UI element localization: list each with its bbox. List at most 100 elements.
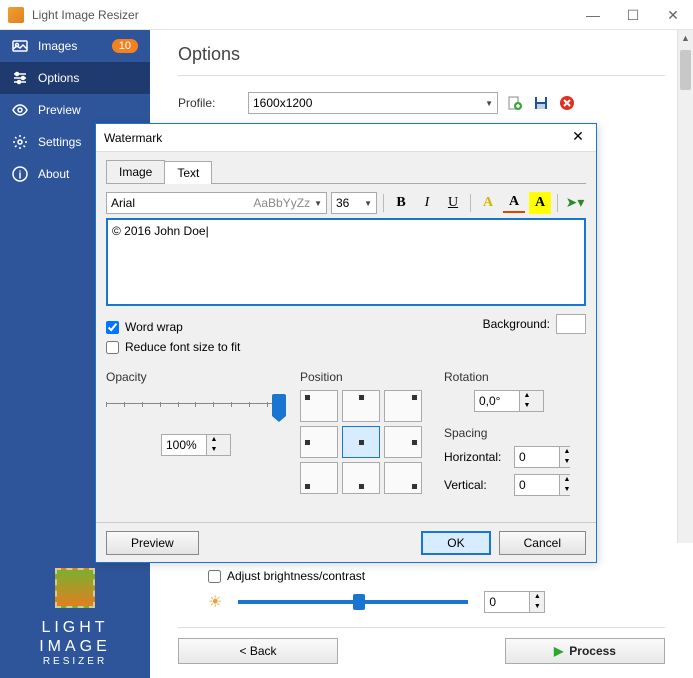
spin-up[interactable]: ▲ bbox=[560, 475, 574, 485]
insert-variable-button[interactable]: ➤▾ bbox=[564, 192, 586, 214]
chevron-down-icon: ▼ bbox=[485, 99, 493, 108]
position-bottom-left[interactable] bbox=[300, 462, 338, 494]
adjust-bc-label: Adjust brightness/contrast bbox=[227, 569, 365, 583]
dialog-title: Watermark bbox=[104, 131, 568, 145]
watermark-dialog: Watermark ✕ Image Text Arial AaBbYyZz ▼ … bbox=[95, 123, 597, 563]
font-name: Arial bbox=[111, 196, 135, 210]
spin-up[interactable]: ▲ bbox=[530, 592, 544, 602]
app-title: Light Image Resizer bbox=[32, 8, 573, 22]
spin-down[interactable]: ▼ bbox=[530, 602, 544, 612]
page-title: Options bbox=[178, 44, 665, 65]
position-top-center[interactable] bbox=[342, 390, 380, 422]
gear-icon bbox=[12, 134, 28, 150]
spacing-h-value[interactable] bbox=[515, 447, 559, 467]
font-color-button[interactable]: A bbox=[477, 192, 499, 214]
reduce-font-label: Reduce font size to fit bbox=[125, 340, 240, 354]
minimize-button[interactable]: — bbox=[573, 0, 613, 30]
info-icon bbox=[12, 166, 28, 182]
position-bottom-center[interactable] bbox=[342, 462, 380, 494]
delete-profile-button[interactable] bbox=[558, 94, 576, 112]
profile-value: 1600x1200 bbox=[253, 96, 312, 110]
tab-text[interactable]: Text bbox=[164, 161, 212, 184]
profile-label: Profile: bbox=[178, 96, 240, 110]
separator bbox=[383, 194, 384, 212]
font-size-select[interactable]: 36 ▼ bbox=[331, 192, 377, 214]
reduce-font-checkbox[interactable] bbox=[106, 341, 119, 354]
position-panel: Position bbox=[300, 370, 430, 502]
highlight-color-button[interactable]: A bbox=[529, 192, 551, 214]
sidebar-item-images[interactable]: Images 10 bbox=[0, 30, 150, 62]
titlebar: Light Image Resizer — ☐ ✕ bbox=[0, 0, 693, 30]
brand-text-2: IMAGE bbox=[0, 637, 150, 656]
word-wrap-checkbox[interactable] bbox=[106, 321, 119, 334]
rotation-title: Rotation bbox=[444, 370, 586, 384]
rotation-value[interactable] bbox=[475, 391, 519, 411]
position-top-left[interactable] bbox=[300, 390, 338, 422]
sidebar-item-label: Options bbox=[38, 71, 138, 85]
preview-button[interactable]: Preview bbox=[106, 531, 199, 555]
spin-down[interactable]: ▼ bbox=[207, 445, 221, 455]
opacity-thumb[interactable] bbox=[272, 394, 286, 416]
back-button[interactable]: < Back bbox=[178, 638, 338, 664]
brightness-value[interactable] bbox=[485, 592, 529, 612]
brightness-spinner[interactable]: ▲▼ bbox=[484, 591, 545, 613]
process-button[interactable]: ▶Process bbox=[505, 638, 665, 664]
brand-block: LIGHT IMAGE RESIZER bbox=[0, 548, 150, 678]
images-icon bbox=[12, 38, 28, 54]
spin-down[interactable]: ▼ bbox=[560, 485, 574, 495]
maximize-button[interactable]: ☐ bbox=[613, 0, 653, 30]
close-button[interactable]: ✕ bbox=[653, 0, 693, 30]
sidebar-item-preview[interactable]: Preview bbox=[0, 94, 150, 126]
position-middle-right[interactable] bbox=[384, 426, 422, 458]
spacing-v-value[interactable] bbox=[515, 475, 559, 495]
spin-up[interactable]: ▲ bbox=[207, 435, 221, 445]
position-middle-center[interactable] bbox=[342, 426, 380, 458]
spin-up[interactable]: ▲ bbox=[560, 447, 574, 457]
underline-button[interactable]: U bbox=[442, 192, 464, 214]
save-profile-button[interactable] bbox=[532, 94, 550, 112]
brightness-icon: ☀ bbox=[208, 592, 222, 612]
bottom-section: Auto enhance Adjust brightness/contrast … bbox=[150, 543, 693, 678]
background-color-picker[interactable] bbox=[556, 314, 586, 334]
opacity-value[interactable] bbox=[162, 435, 206, 455]
spin-down[interactable]: ▼ bbox=[560, 457, 574, 467]
position-top-right[interactable] bbox=[384, 390, 422, 422]
bold-button[interactable]: B bbox=[390, 192, 412, 214]
position-bottom-right[interactable] bbox=[384, 462, 422, 494]
spin-down[interactable]: ▼ bbox=[520, 401, 534, 411]
spacing-v-spinner[interactable]: ▲▼ bbox=[514, 474, 570, 496]
separator bbox=[557, 194, 558, 212]
spacing-h-spinner[interactable]: ▲▼ bbox=[514, 446, 570, 468]
adjust-bc-checkbox[interactable] bbox=[208, 570, 221, 583]
sliders-icon bbox=[12, 70, 28, 86]
rotation-spinner[interactable]: ▲▼ bbox=[474, 390, 544, 412]
italic-button[interactable]: I bbox=[416, 192, 438, 214]
opacity-slider[interactable] bbox=[106, 394, 286, 414]
chevron-down-icon: ▼ bbox=[314, 199, 322, 208]
images-badge: 10 bbox=[112, 39, 138, 53]
sidebar-item-options[interactable]: Options bbox=[0, 62, 150, 94]
outline-color-button[interactable]: A bbox=[503, 193, 525, 213]
spacing-v-label: Vertical: bbox=[444, 478, 508, 492]
position-middle-left[interactable] bbox=[300, 426, 338, 458]
font-family-select[interactable]: Arial AaBbYyZz ▼ bbox=[106, 192, 327, 214]
spin-up[interactable]: ▲ bbox=[520, 391, 534, 401]
dialog-close-button[interactable]: ✕ bbox=[568, 128, 588, 148]
brand-logo bbox=[55, 568, 95, 608]
tab-image[interactable]: Image bbox=[106, 160, 165, 183]
new-profile-button[interactable] bbox=[506, 94, 524, 112]
app-icon bbox=[8, 7, 24, 23]
spacing-title: Spacing bbox=[444, 426, 586, 440]
brightness-slider[interactable] bbox=[238, 600, 468, 604]
opacity-spinner[interactable]: ▲▼ bbox=[161, 434, 231, 456]
watermark-text-input[interactable]: © 2016 John Doe bbox=[106, 218, 586, 306]
ok-button[interactable]: OK bbox=[421, 531, 490, 555]
cancel-button[interactable]: Cancel bbox=[499, 531, 586, 555]
profile-select[interactable]: 1600x1200 ▼ bbox=[248, 92, 498, 114]
scroll-thumb[interactable] bbox=[680, 50, 691, 90]
opacity-panel: Opacity ▲▼ bbox=[106, 370, 286, 502]
spacing-h-label: Horizontal: bbox=[444, 450, 508, 464]
font-size: 36 bbox=[336, 196, 349, 210]
scroll-up-arrow[interactable]: ▲ bbox=[678, 30, 693, 46]
sidebar-item-label: Preview bbox=[38, 103, 138, 117]
